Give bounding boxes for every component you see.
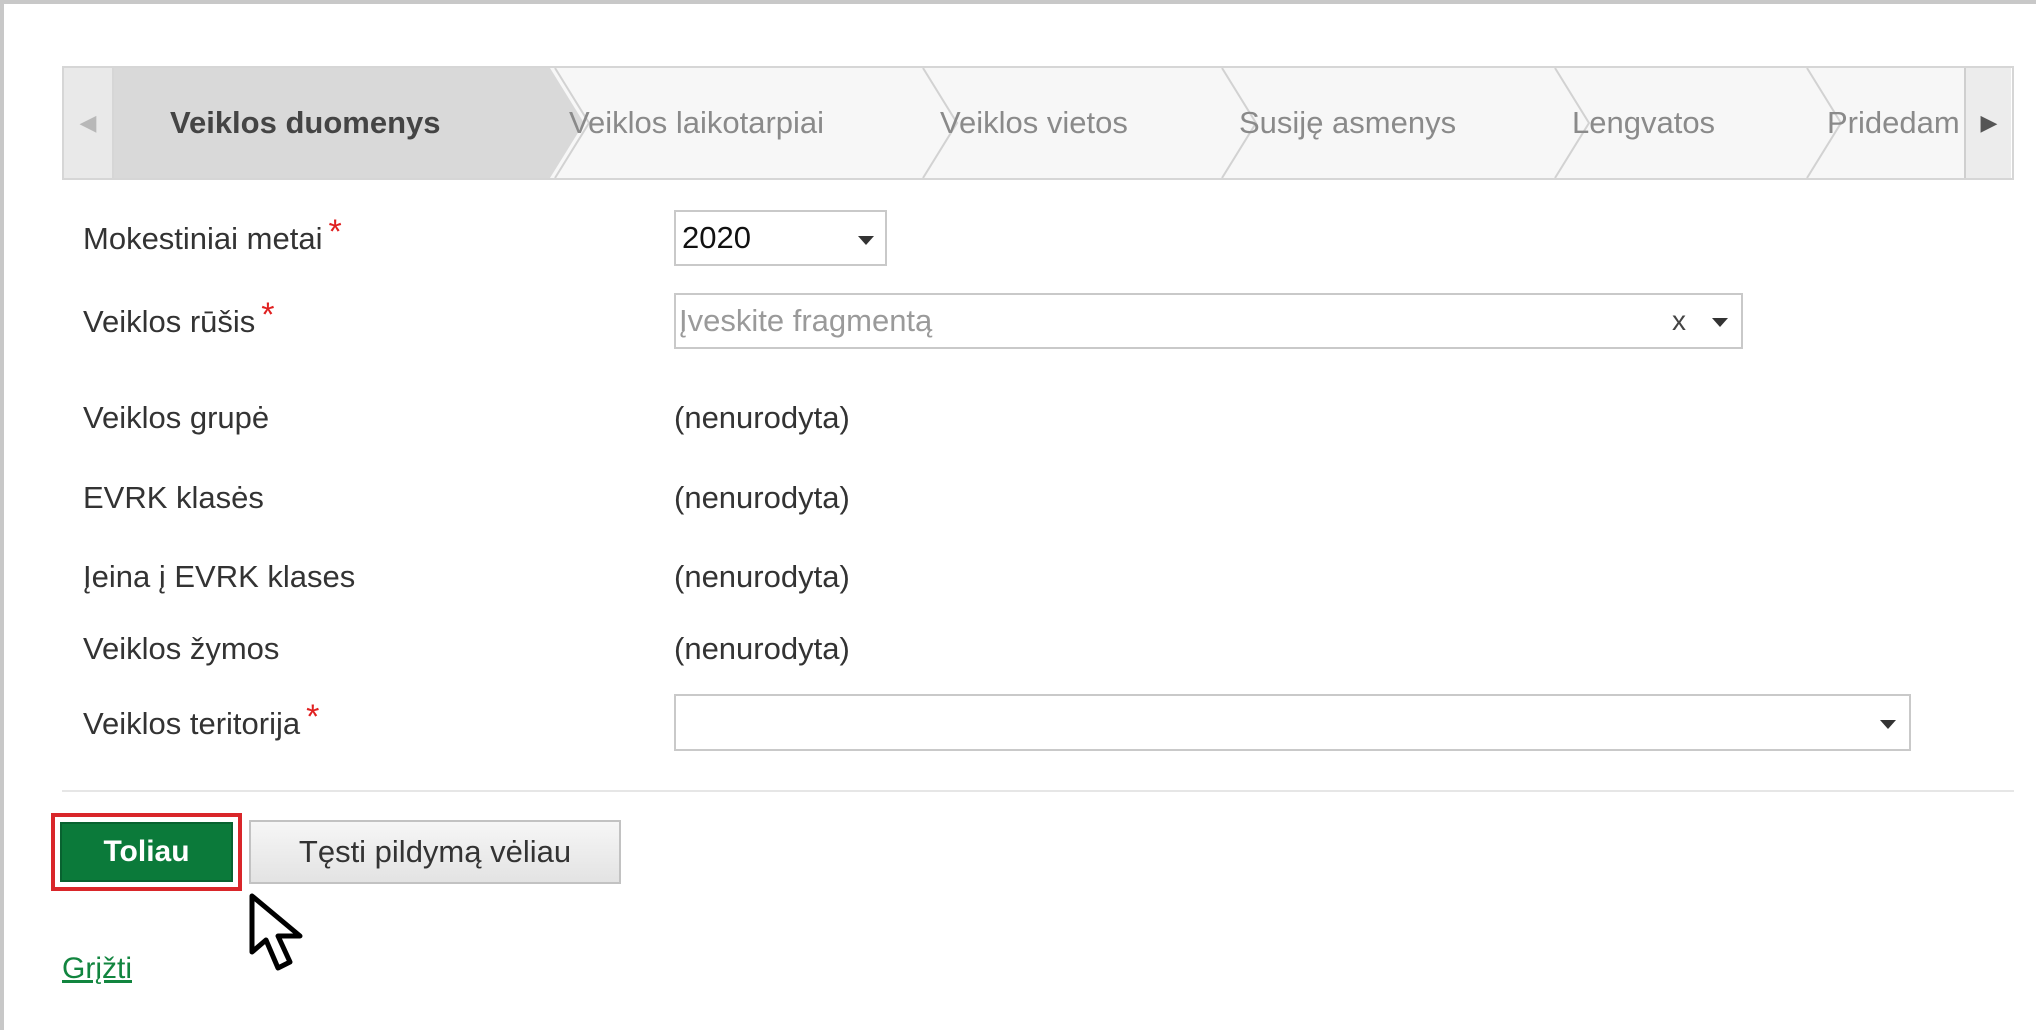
- activity-group-label: Veiklos grupė: [83, 400, 270, 435]
- form-divider: [62, 790, 2014, 792]
- chevron-right-icon: ▶: [1980, 110, 1998, 135]
- page-frame: ◀ Veiklos duomenys Veiklos laikotarpiai …: [0, 0, 2036, 1030]
- tab-veiklos-vietos[interactable]: Veiklos vietos: [940, 68, 1128, 178]
- chevron-down-icon[interactable]: [1712, 318, 1728, 327]
- evrk-classes-value: (nenurodyta): [674, 480, 850, 515]
- chevron-down-icon: [1880, 720, 1896, 729]
- included-evrk-label: Įeina į EVRK klases: [83, 559, 356, 594]
- tax-year-label-text: Mokestiniai metai: [83, 221, 323, 256]
- territory-label-text: Veiklos teritorija: [83, 706, 301, 741]
- required-marker: *: [306, 698, 320, 736]
- activity-type-label-text: Veiklos rūšis: [83, 304, 256, 339]
- chevron-down-icon: [858, 236, 874, 245]
- evrk-classes-label: EVRK klasės: [83, 480, 264, 515]
- included-evrk-value: (nenurodyta): [674, 559, 850, 594]
- required-marker: *: [328, 213, 342, 251]
- tabs-scroll-right-button[interactable]: ▶: [1964, 68, 2012, 178]
- clear-icon[interactable]: x: [1672, 305, 1686, 337]
- activity-tags-label: Veiklos žymos: [83, 631, 280, 666]
- activity-type-placeholder: Įveskite fragmentą: [679, 303, 933, 338]
- tab-veiklos-duomenys[interactable]: Veiklos duomenys: [170, 68, 441, 178]
- chevron-left-icon: ◀: [79, 110, 97, 135]
- tab-lengvatos[interactable]: Lengvatos: [1572, 68, 1715, 178]
- mouse-pointer-icon: [249, 893, 303, 971]
- next-button[interactable]: Toliau: [60, 822, 233, 882]
- tax-year-select[interactable]: 2020: [674, 210, 887, 266]
- tabs-scroll-left-button[interactable]: ◀: [64, 68, 114, 178]
- activity-type-label: Veiklos rūšis *: [83, 296, 275, 341]
- activity-tags-value: (nenurodyta): [674, 631, 850, 666]
- wizard-tabs: ◀ Veiklos duomenys Veiklos laikotarpiai …: [62, 66, 2014, 180]
- tax-year-label: Mokestiniai metai *: [83, 213, 342, 258]
- tab-veiklos-laikotarpiai[interactable]: Veiklos laikotarpiai: [569, 68, 824, 178]
- tax-year-value: 2020: [682, 220, 751, 255]
- tab-pridedami[interactable]: Pridedam: [1827, 68, 1960, 178]
- required-marker: *: [261, 296, 275, 334]
- back-link[interactable]: Grįžti: [62, 952, 132, 986]
- territory-select[interactable]: [674, 694, 1911, 751]
- continue-later-button[interactable]: Tęsti pildymą vėliau: [249, 820, 621, 884]
- territory-label: Veiklos teritorija *: [83, 698, 319, 743]
- activity-group-value: (nenurodyta): [674, 400, 850, 435]
- tab-susije-asmenys[interactable]: Susiję asmenys: [1239, 68, 1456, 178]
- activity-type-combobox[interactable]: Įveskite fragmentą x: [674, 293, 1743, 349]
